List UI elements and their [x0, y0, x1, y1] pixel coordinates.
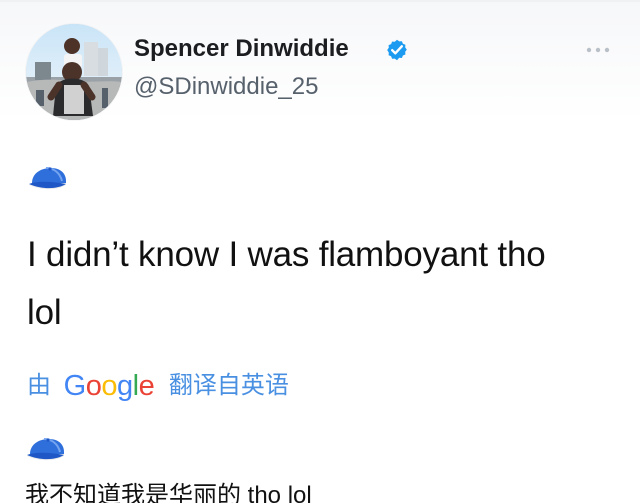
avatar-photo-icon [26, 24, 122, 120]
translation-by-label: 由 [27, 372, 51, 399]
google-logo-letter-o-red: o [85, 370, 102, 402]
tweet-text: I didn’t know I was flamboyant tho lol [27, 226, 612, 342]
verified-badge-icon [387, 39, 407, 61]
translated-tweet-text: 我不知道我是华丽的 tho lol [25, 482, 312, 503]
google-logo: Google [64, 367, 155, 405]
google-logo-letter-e: e [138, 370, 155, 402]
top-divider [0, 0, 640, 2]
blue-cap-icon [27, 438, 64, 460]
google-logo-letter-g-blue: g [117, 370, 133, 402]
tweet-text-line-2: lol [27, 293, 62, 332]
more-options-icon[interactable] [585, 45, 611, 55]
tweet-screenshot: Spencer Dinwiddie @SDinwiddie_25 I didn’… [0, 0, 640, 503]
translation-action-label: 翻译自英语 [168, 372, 289, 399]
display-name[interactable]: Spencer Dinwiddie [134, 34, 349, 64]
user-handle[interactable]: @SDinwiddie_25 [134, 72, 318, 102]
google-logo-letter-o-yellow: o [101, 370, 118, 402]
profile-avatar[interactable] [26, 24, 122, 120]
translation-link[interactable]: 由 Google 翻译自英语 [27, 367, 289, 405]
google-logo-letter-g: G [63, 370, 87, 402]
tweet-text-line-1: I didn’t know I was flamboyant tho [27, 235, 546, 274]
blue-cap-icon [29, 167, 66, 189]
